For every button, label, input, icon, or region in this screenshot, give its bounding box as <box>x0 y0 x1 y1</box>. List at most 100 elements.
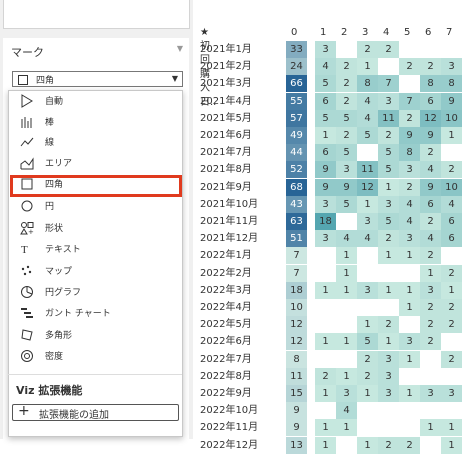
table-cell[interactable]: 1 <box>336 247 357 265</box>
table-cell[interactable] <box>315 247 336 264</box>
table-cell[interactable]: 11 <box>357 161 378 179</box>
table-cell[interactable]: 1 <box>336 281 357 299</box>
table-cell[interactable]: 1 <box>336 264 357 282</box>
table-cell[interactable]: 7 <box>286 264 307 282</box>
table-cell[interactable]: 1 <box>315 436 336 454</box>
table-cell[interactable]: 12 <box>357 178 378 196</box>
table-cell[interactable]: 2 <box>441 264 462 282</box>
table-cell[interactable]: 3 <box>441 58 462 76</box>
table-cell[interactable]: 1 <box>315 281 336 299</box>
table-cell[interactable] <box>399 41 420 58</box>
table-cell[interactable]: 11 <box>286 367 307 385</box>
table-cell[interactable]: 2 <box>441 299 462 316</box>
table-cell[interactable]: 2 <box>420 333 441 351</box>
table-cell[interactable]: 8 <box>399 144 420 162</box>
table-cell[interactable]: 4 <box>399 213 420 230</box>
table-cell[interactable]: 1 <box>357 58 378 76</box>
table-cell[interactable]: 9 <box>441 92 462 110</box>
table-cell[interactable]: 15 <box>286 385 307 402</box>
table-cell[interactable]: 4 <box>336 402 357 420</box>
table-cell[interactable]: 3 <box>399 333 420 351</box>
table-cell[interactable] <box>420 351 441 368</box>
table-cell[interactable] <box>336 351 357 368</box>
table-cell[interactable]: 2 <box>357 41 378 58</box>
table-cell[interactable]: 5 <box>315 75 336 93</box>
table-cell[interactable] <box>420 402 441 419</box>
menu-item-density[interactable]: 密度 <box>9 347 182 367</box>
table-cell[interactable]: 2 <box>399 178 420 196</box>
table-cell[interactable]: 1 <box>315 333 336 351</box>
table-cell[interactable] <box>399 265 420 282</box>
table-cell[interactable]: 10 <box>286 299 307 316</box>
table-cell[interactable]: 3 <box>357 281 378 299</box>
table-cell[interactable]: 18 <box>286 281 307 299</box>
table-cell[interactable]: 6 <box>420 92 441 110</box>
table-cell[interactable]: 1 <box>336 419 357 437</box>
table-cell[interactable]: 3 <box>378 350 399 368</box>
table-cell[interactable]: 2 <box>420 316 441 334</box>
table-cell[interactable]: 2 <box>420 247 441 265</box>
table-cell[interactable]: 5 <box>378 144 399 162</box>
table-cell[interactable]: 2 <box>441 161 462 179</box>
table-cell[interactable]: 1 <box>315 419 336 437</box>
table-cell[interactable]: 2 <box>420 58 441 76</box>
table-cell[interactable]: 5 <box>336 109 357 127</box>
table-cell[interactable] <box>378 58 399 75</box>
table-cell[interactable]: 12 <box>420 109 441 127</box>
table-cell[interactable]: 2 <box>336 92 357 110</box>
table-cell[interactable]: 12 <box>286 316 307 334</box>
table-cell[interactable]: 3 <box>336 161 357 179</box>
menu-item-area[interactable]: エリア <box>9 154 182 174</box>
table-cell[interactable]: 6 <box>441 213 462 230</box>
table-cell[interactable]: 1 <box>336 367 357 385</box>
table-cell[interactable]: 3 <box>399 161 420 179</box>
table-cell[interactable]: 4 <box>336 230 357 248</box>
table-cell[interactable]: 8 <box>286 350 307 368</box>
marks-menu-icon[interactable]: ▼ <box>177 44 183 53</box>
table-cell[interactable] <box>420 41 441 58</box>
table-cell[interactable]: 1 <box>357 436 378 454</box>
table-cell[interactable] <box>441 402 462 419</box>
table-cell[interactable]: 2 <box>399 58 420 76</box>
table-cell[interactable]: 2 <box>378 436 399 454</box>
table-cell[interactable]: 9 <box>315 161 336 179</box>
table-cell[interactable]: 68 <box>286 178 307 196</box>
table-cell[interactable]: 9 <box>399 127 420 144</box>
table-cell[interactable]: 2 <box>336 127 357 144</box>
table-cell[interactable]: 1 <box>441 419 462 437</box>
table-cell[interactable]: 1 <box>441 436 462 454</box>
table-cell[interactable]: 1 <box>399 385 420 402</box>
table-cell[interactable]: 1 <box>357 385 378 402</box>
table-cell[interactable]: 2 <box>420 213 441 230</box>
table-cell[interactable] <box>420 368 441 385</box>
table-cell[interactable]: 1 <box>399 281 420 299</box>
table-cell[interactable]: 3 <box>378 195 399 213</box>
table-cell[interactable]: 1 <box>441 127 462 144</box>
menu-item-circle[interactable]: 円 <box>9 197 182 217</box>
table-cell[interactable]: 1 <box>399 299 420 316</box>
table-cell[interactable] <box>441 333 462 350</box>
table-cell[interactable]: 1 <box>420 419 441 437</box>
table-cell[interactable]: 5 <box>315 109 336 127</box>
table-cell[interactable] <box>357 419 378 436</box>
table-cell[interactable]: 3 <box>315 230 336 248</box>
table-cell[interactable]: 57 <box>286 109 307 127</box>
table-cell[interactable]: 1 <box>399 350 420 368</box>
table-cell[interactable]: 9 <box>286 402 307 420</box>
table-cell[interactable]: 5 <box>357 127 378 144</box>
table-cell[interactable]: 1 <box>441 281 462 299</box>
table-cell[interactable]: 1 <box>315 127 336 144</box>
table-cell[interactable]: 1 <box>336 333 357 351</box>
menu-item-text[interactable]: T テキスト <box>9 240 182 260</box>
table-cell[interactable]: 10 <box>441 178 462 196</box>
table-cell[interactable]: 3 <box>420 281 441 299</box>
table-cell[interactable]: 1 <box>378 281 399 299</box>
table-cell[interactable]: 2 <box>399 436 420 454</box>
table-cell[interactable] <box>315 351 336 368</box>
table-cell[interactable]: 3 <box>336 385 357 402</box>
table-cell[interactable] <box>378 419 399 436</box>
table-cell[interactable]: 2 <box>441 350 462 368</box>
table-cell[interactable]: 6 <box>420 195 441 213</box>
table-cell[interactable]: 3 <box>357 213 378 230</box>
add-extension-button[interactable]: + 拡張機能の追加 <box>12 403 179 421</box>
